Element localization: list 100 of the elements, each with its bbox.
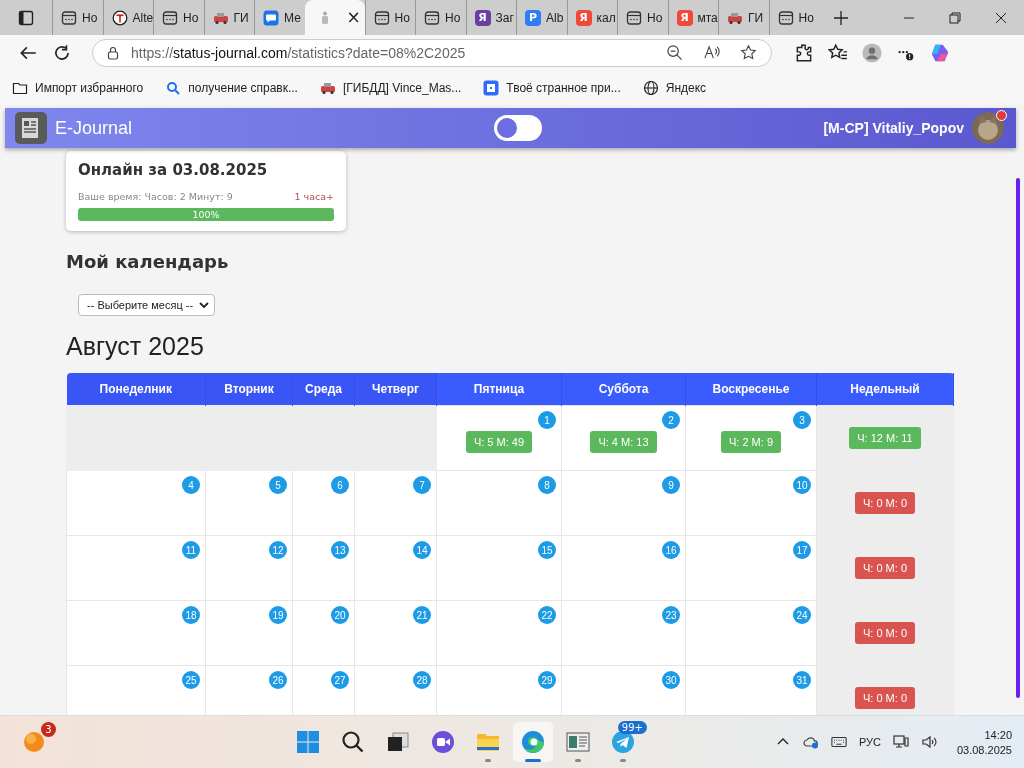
day-number: 14 bbox=[413, 541, 431, 559]
column-header: Недельный bbox=[816, 373, 954, 406]
month-title: Август 2025 bbox=[66, 332, 205, 361]
network-icon[interactable] bbox=[892, 734, 909, 750]
sun-icon[interactable] bbox=[22, 730, 46, 754]
section-heading: Мой календарь bbox=[66, 251, 230, 272]
reload-icon[interactable] bbox=[52, 42, 72, 63]
tab-title: Заг bbox=[495, 10, 514, 25]
video-call-icon bbox=[430, 730, 455, 754]
letter-logo-icon: P bbox=[525, 9, 541, 26]
bookmark-link[interactable]: [ГИБДД] Vince_Mas... bbox=[319, 79, 462, 96]
page-icon bbox=[777, 9, 794, 26]
close-tab-button[interactable]: × bbox=[346, 9, 361, 26]
theme-toggle[interactable] bbox=[493, 115, 542, 141]
day-number: 2 bbox=[662, 411, 680, 429]
language-indicator[interactable]: РУС bbox=[858, 736, 881, 748]
column-header: Вторник bbox=[205, 373, 293, 406]
weekly-hours-badge: Ч: 12 М: 11 bbox=[849, 427, 921, 449]
column-header: Воскресенье bbox=[685, 373, 817, 406]
page-icon bbox=[373, 9, 390, 26]
column-header: Понеделник bbox=[66, 373, 206, 406]
tab-title: Но bbox=[394, 10, 410, 25]
tab-title: Но bbox=[183, 10, 199, 25]
profile-icon[interactable] bbox=[862, 42, 882, 63]
day-hours-badge: Ч: 2 М: 9 bbox=[721, 431, 781, 453]
tab-title: Но bbox=[798, 10, 814, 25]
day-number: 16 bbox=[662, 541, 680, 559]
extensions-icon[interactable] bbox=[794, 42, 814, 63]
day-hours-badge: Ч: 4 М: 13 bbox=[590, 431, 657, 453]
bookmark-link[interactable]: Импорт избранного bbox=[12, 79, 144, 96]
day-number: 12 bbox=[269, 541, 287, 559]
progress-text: 100% bbox=[192, 209, 220, 220]
chat-icon bbox=[263, 9, 279, 26]
user-name[interactable]: [M-CP] Vitaliy_Popov bbox=[823, 120, 964, 136]
star-icon[interactable] bbox=[740, 44, 757, 61]
bookmark-link[interactable]: Яндекс bbox=[642, 79, 707, 96]
day-number: 26 bbox=[269, 671, 287, 689]
start-icon bbox=[295, 730, 320, 754]
bookmark-link[interactable]: Твоё странное при... bbox=[483, 79, 621, 96]
tab-title: ГИ bbox=[233, 10, 249, 25]
day-number: 23 bbox=[662, 606, 680, 624]
time-text: 14:20 bbox=[984, 728, 1012, 741]
globe-icon bbox=[642, 79, 659, 96]
card-title: Онлайн за 03.08.2025 bbox=[78, 161, 269, 179]
tab-title: Но bbox=[647, 10, 663, 25]
day-hours-badge: Ч: 5 М: 49 bbox=[465, 431, 533, 453]
day-number: 8 bbox=[538, 476, 556, 494]
day-number: 3 bbox=[793, 411, 811, 429]
speaker-icon[interactable] bbox=[920, 734, 937, 750]
address-field[interactable]: https://status-journal.com/statistics?date=08%2C2025 bbox=[92, 38, 772, 67]
day-number: 30 bbox=[662, 671, 680, 689]
copilot-icon[interactable] bbox=[930, 42, 950, 63]
lock-icon bbox=[107, 45, 119, 60]
tab-title: Alte bbox=[132, 10, 153, 25]
letter-logo-icon: Я bbox=[575, 9, 592, 26]
weekly-hours-badge: Ч: 0 М: 0 bbox=[855, 557, 915, 579]
unread-badge: 99+ bbox=[617, 721, 647, 734]
tab-title: ГИ bbox=[748, 10, 764, 25]
letter-logo-icon: Я bbox=[676, 9, 693, 26]
task-view-icon bbox=[385, 730, 410, 754]
page-icon bbox=[162, 9, 178, 26]
page-icon bbox=[626, 9, 642, 26]
day-number: 9 bbox=[662, 476, 680, 494]
column-header: Четверг bbox=[354, 373, 437, 406]
time-text: Ваше время: Часов: 2 Минут: 9 bbox=[78, 191, 233, 202]
notification-badge: 3 bbox=[41, 722, 56, 737]
day-number: 22 bbox=[538, 606, 556, 624]
tab-title: мта bbox=[697, 10, 718, 25]
goal-text: 1 часа+ bbox=[294, 191, 334, 202]
keyboard-icon[interactable] bbox=[830, 734, 847, 750]
day-number: 25 bbox=[182, 671, 200, 689]
day-number: 7 bbox=[413, 476, 431, 494]
read-aloud-icon[interactable] bbox=[703, 44, 720, 61]
day-number: 28 bbox=[413, 671, 431, 689]
page-icon bbox=[61, 9, 77, 26]
day-number: 13 bbox=[331, 541, 349, 559]
page-icon bbox=[424, 9, 440, 26]
month-select[interactable]: -- Выберите месяц -- bbox=[78, 294, 216, 316]
journal-logo-icon[interactable] bbox=[15, 112, 47, 144]
weekly-hours-badge: Ч: 0 М: 0 bbox=[855, 687, 915, 709]
column-header: Пятница bbox=[436, 373, 562, 406]
day-number: 6 bbox=[331, 476, 349, 494]
cloud-icon[interactable] bbox=[802, 734, 819, 750]
zoom-out-icon[interactable] bbox=[666, 44, 683, 61]
weekly-hours-badge: Ч: 0 М: 0 bbox=[855, 622, 915, 644]
browser-tab[interactable]: × bbox=[304, 0, 365, 35]
day-number: 17 bbox=[793, 541, 811, 559]
day-number: 21 bbox=[413, 606, 431, 624]
day-number: 31 bbox=[793, 671, 811, 689]
paper-plane-icon bbox=[610, 730, 635, 754]
day-number: 20 bbox=[331, 606, 349, 624]
search-icon bbox=[165, 79, 182, 96]
day-number: 29 bbox=[538, 671, 556, 689]
caret-icon bbox=[199, 301, 210, 309]
tab-title: Но bbox=[445, 10, 461, 25]
day-number: 15 bbox=[538, 541, 556, 559]
new-tab-icon[interactable] bbox=[833, 9, 849, 26]
clock[interactable]: 14:20 03.08.2025 bbox=[956, 728, 1012, 756]
tab-title: Alb bbox=[546, 10, 564, 25]
bookmark-link[interactable]: получение справк... bbox=[165, 79, 298, 96]
